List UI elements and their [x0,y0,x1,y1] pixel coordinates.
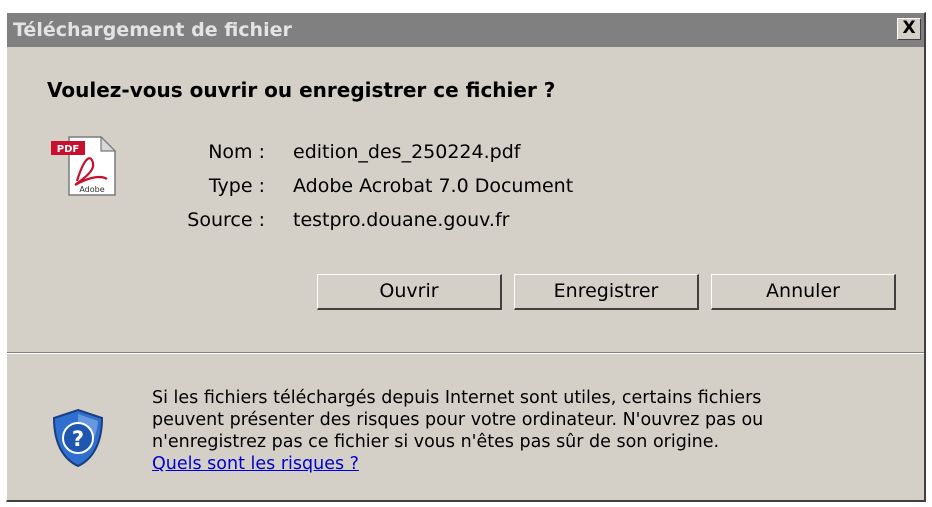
close-button[interactable]: X [897,18,921,40]
shield-glyph: ? [72,427,84,451]
file-type-label: Type : [208,175,265,197]
download-question: Voulez-vous ouvrir ou enregistrer ce fic… [47,78,556,102]
risks-link[interactable]: Quels sont les risques ? [152,454,359,474]
file-name-value: edition_des_250224.pdf [293,141,521,163]
file-download-dialog: Téléchargement de fichier X Voulez-vous … [6,12,926,502]
file-type-value: Adobe Acrobat 7.0 Document [293,175,574,197]
save-button[interactable]: Enregistrer [514,274,699,310]
security-warning-text: Si les fichiers téléchargés depuis Inter… [152,388,764,452]
separator [7,352,924,354]
file-source-value: testpro.douane.gouv.fr [293,209,510,231]
file-name-label: Nom : [208,141,265,163]
file-source-label: Source : [187,209,265,231]
security-warning: Si les fichiers téléchargés depuis Inter… [152,387,922,475]
dialog-title: Téléchargement de fichier [13,19,292,41]
title-bar[interactable]: Téléchargement de fichier X [7,13,924,47]
cancel-button[interactable]: Annuler [711,274,896,310]
open-button[interactable]: Ouvrir [317,274,502,310]
shield-question-icon: ? [52,408,104,468]
